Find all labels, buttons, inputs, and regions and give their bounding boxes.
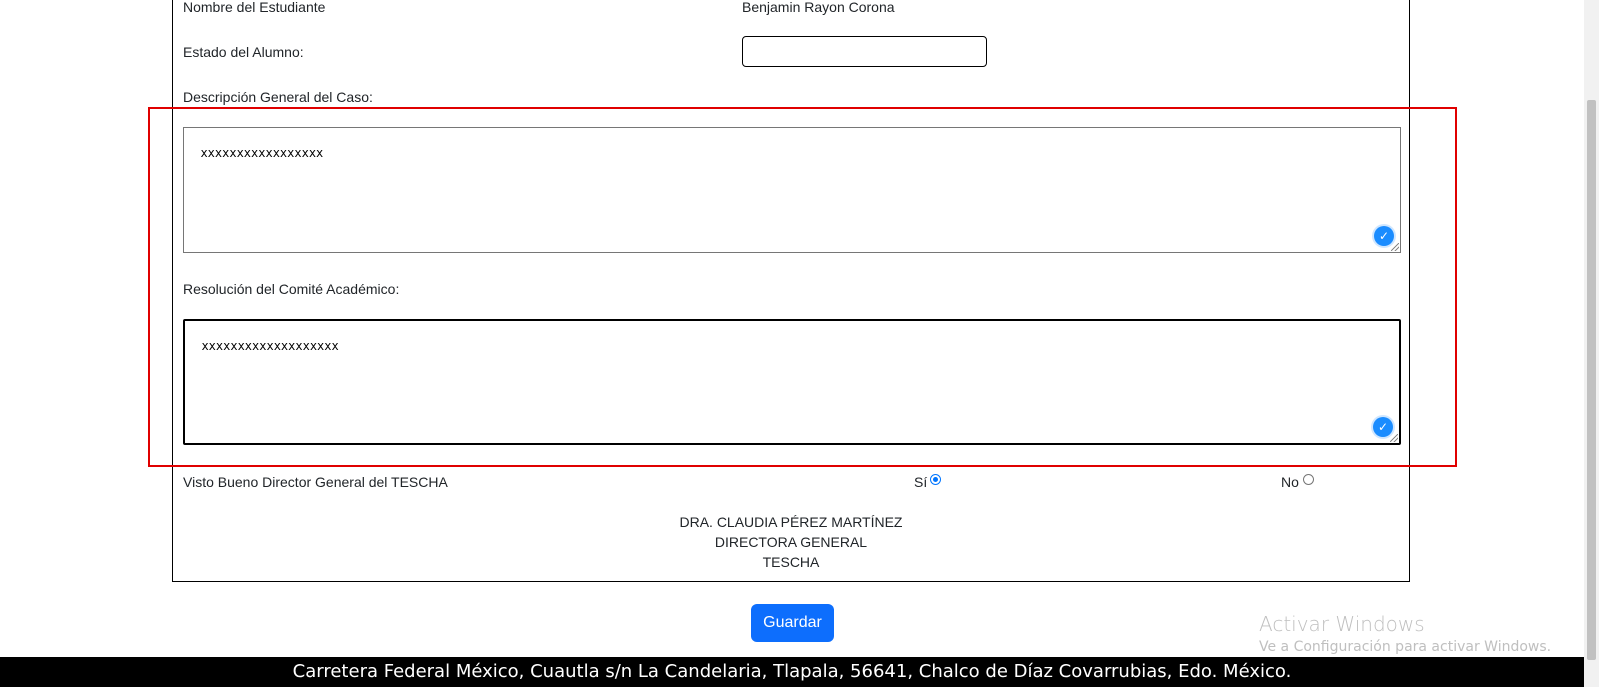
student-name-label: Nombre del Estudiante — [183, 0, 326, 15]
windows-activation-subtitle: Ve a Configuración para activar Windows. — [1259, 639, 1552, 655]
scrollbar-thumb[interactable] — [1587, 100, 1596, 660]
highlight-box — [148, 107, 1457, 467]
windows-activation-title: Activar Windows — [1259, 612, 1425, 636]
approval-yes-label: Sí — [914, 474, 928, 490]
student-name-value: Benjamin Rayon Corona — [742, 0, 895, 15]
page-scrollbar[interactable] — [1584, 0, 1599, 687]
approval-yes-radio[interactable] — [930, 474, 941, 485]
signature-institution: TESCHA — [762, 554, 820, 570]
student-status-input[interactable] — [742, 36, 987, 67]
approval-label: Visto Bueno Director General del TESCHA — [183, 474, 448, 490]
signature-name: DRA. CLAUDIA PÉREZ MARTÍNEZ — [679, 514, 903, 530]
signature-title: DIRECTORA GENERAL — [714, 534, 868, 550]
footer-address: Carretera Federal México, Cuautla s/n La… — [0, 657, 1584, 687]
case-description-label: Descripción General del Caso: — [183, 89, 373, 105]
approval-no-label: No — [1281, 474, 1299, 490]
approval-no-radio[interactable] — [1303, 474, 1314, 485]
save-button[interactable]: Guardar — [751, 604, 834, 642]
student-status-label: Estado del Alumno: — [183, 44, 304, 60]
